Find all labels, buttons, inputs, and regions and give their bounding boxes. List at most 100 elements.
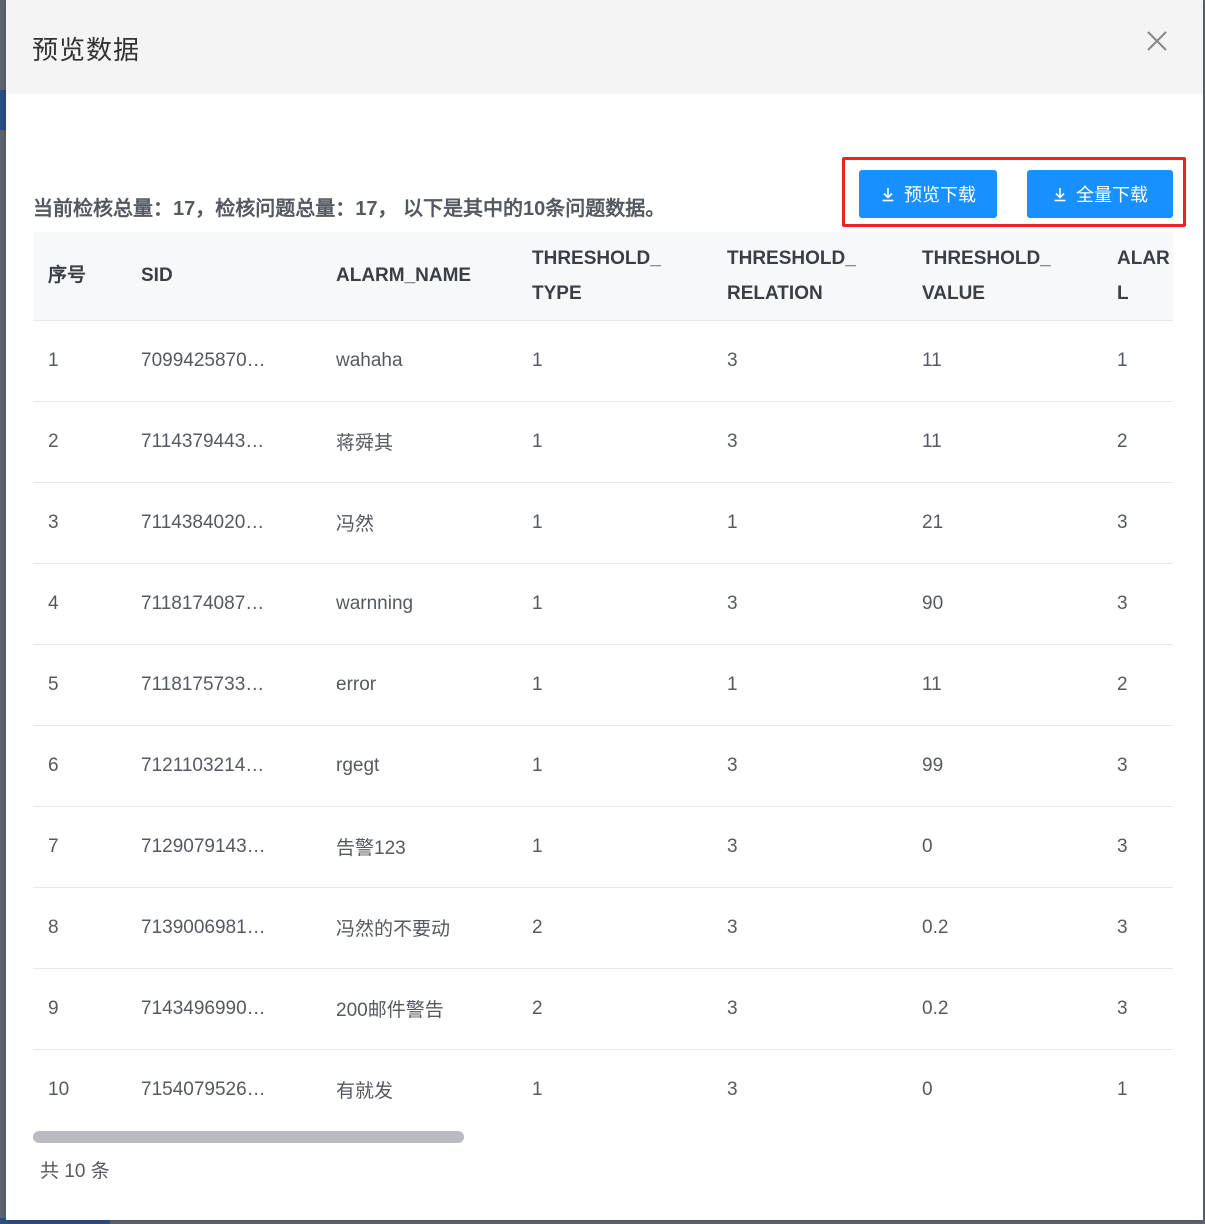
table-cell: 3 [712, 806, 907, 888]
table-row: 3 7114384020… 冯然 1 1 21 3 [33, 482, 1173, 564]
table-cell: 11 [907, 644, 1102, 726]
download-icon [880, 186, 896, 202]
table-cell: 3 [1102, 482, 1173, 564]
table-cell: 1 [517, 320, 712, 402]
table-cell: 1 [712, 482, 907, 564]
preview-data-modal: 预览数据 当前检核总量：17，检核问题总量：17， 以下是其中的10条问题数据。… [6, 0, 1203, 1220]
column-header: 序号 [33, 232, 126, 321]
modal-header: 预览数据 [6, 0, 1203, 94]
table-cell: 7114379443… [126, 401, 321, 483]
download-icon [1052, 186, 1068, 202]
table-cell: 3 [712, 1049, 907, 1130]
table-cell: 3 [33, 482, 126, 564]
table-cell: 7114384020… [126, 482, 321, 564]
table-row: 7 7129079143… 告警123 1 3 0 3 [33, 806, 1173, 888]
table-cell: 3 [1102, 806, 1173, 888]
table-cell: 1 [1102, 320, 1173, 402]
modal-title: 预览数据 [32, 35, 141, 65]
table-cell: 7129079143… [126, 806, 321, 888]
table-header-row: 序号 SID ALARM_NAME THRESHOLD_ TYPE THRESH… [33, 232, 1173, 321]
table-cell: 2 [517, 968, 712, 1050]
column-header: THRESHOLD_ RELATION [712, 232, 907, 321]
table-cell: 3 [1102, 968, 1173, 1050]
table-cell: 3 [712, 401, 907, 483]
full-download-label: 全量下载 [1076, 185, 1148, 205]
table-cell: 7118175733… [126, 644, 321, 726]
table-cell: 3 [1102, 563, 1173, 645]
table-cell: 3 [1102, 725, 1173, 807]
table-cell: 1 [712, 644, 907, 726]
table-row: 5 7118175733… error 1 1 11 2 [33, 644, 1173, 726]
horizontal-scrollbar[interactable] [33, 1131, 1173, 1143]
table-cell: 3 [1102, 887, 1173, 969]
table-cell: 1 [517, 1049, 712, 1130]
table-cell: 1 [517, 725, 712, 807]
table-cell: 90 [907, 563, 1102, 645]
table-cell: 9 [33, 968, 126, 1050]
data-table-container[interactable]: 序号 SID ALARM_NAME THRESHOLD_ TYPE THRESH… [33, 232, 1173, 1130]
table-cell: warnning [321, 563, 517, 645]
table-cell: 1 [517, 401, 712, 483]
table-cell: 3 [712, 968, 907, 1050]
preview-download-button[interactable]: 预览下载 [859, 170, 997, 218]
table-cell: 7 [33, 806, 126, 888]
table-cell: 3 [712, 887, 907, 969]
summary-text: 当前检核总量：17，检核问题总量：17， 以下是其中的10条问题数据。 [33, 198, 666, 220]
table-cell: 冯然 [321, 482, 517, 564]
table-cell: error [321, 644, 517, 726]
table-cell: 7154079526… [126, 1049, 321, 1130]
table-cell: wahaha [321, 320, 517, 402]
table-cell: 告警123 [321, 806, 517, 888]
table-cell: 3 [712, 320, 907, 402]
table-cell: 0 [907, 1049, 1102, 1130]
column-header: ALARM_NAME [321, 232, 517, 321]
table-cell: 4 [33, 563, 126, 645]
table-cell: 1 [1102, 1049, 1173, 1130]
table-cell: 有就发 [321, 1049, 517, 1130]
table-cell: 10 [33, 1049, 126, 1130]
table-cell: 1 [517, 644, 712, 726]
preview-download-label: 预览下载 [904, 185, 976, 205]
column-header: SID [126, 232, 321, 321]
full-download-button[interactable]: 全量下载 [1027, 170, 1173, 218]
table-cell: 0 [907, 806, 1102, 888]
table-cell: 99 [907, 725, 1102, 807]
table-cell: 2 [1102, 644, 1173, 726]
table-row: 10 7154079526… 有就发 1 3 0 1 [33, 1049, 1173, 1130]
table-cell: 6 [33, 725, 126, 807]
table-cell: 21 [907, 482, 1102, 564]
table-cell: 7118174087… [126, 563, 321, 645]
column-header: ALAR L [1102, 232, 1173, 321]
table-row: 2 7114379443… 蒋舜其 1 3 11 2 [33, 401, 1173, 483]
close-icon [1147, 31, 1167, 51]
total-count: 共 10 条 [40, 1161, 110, 1182]
table-cell: 7139006981… [126, 887, 321, 969]
table-row: 6 7121103214… rgegt 1 3 99 3 [33, 725, 1173, 807]
table-cell: 11 [907, 401, 1102, 483]
scrollbar-thumb[interactable] [33, 1131, 464, 1143]
table-cell: 5 [33, 644, 126, 726]
table-cell: 11 [907, 320, 1102, 402]
table-cell: 0.2 [907, 968, 1102, 1050]
table-cell: 2 [33, 401, 126, 483]
table-cell: 3 [712, 563, 907, 645]
column-header: THRESHOLD_ TYPE [517, 232, 712, 321]
table-cell: 1 [517, 806, 712, 888]
table-cell: 1 [517, 482, 712, 564]
table-row: 8 7139006981… 冯然的不要动 2 3 0.2 3 [33, 887, 1173, 969]
table-cell: 冯然的不要动 [321, 887, 517, 969]
table-row: 4 7118174087… warnning 1 3 90 3 [33, 563, 1173, 645]
column-header: THRESHOLD_ VALUE [907, 232, 1102, 321]
table-cell: 3 [712, 725, 907, 807]
close-button[interactable] [1142, 26, 1172, 56]
data-table: 序号 SID ALARM_NAME THRESHOLD_ TYPE THRESH… [33, 232, 1173, 1130]
table-cell: 0.2 [907, 887, 1102, 969]
table-cell: 蒋舜其 [321, 401, 517, 483]
table-row: 1 7099425870… wahaha 1 3 11 1 [33, 320, 1173, 402]
table-cell: 200邮件警告 [321, 968, 517, 1050]
table-cell: 7121103214… [126, 725, 321, 807]
table-row: 9 7143496990… 200邮件警告 2 3 0.2 3 [33, 968, 1173, 1050]
table-cell: 7143496990… [126, 968, 321, 1050]
table-cell: rgegt [321, 725, 517, 807]
table-cell: 8 [33, 887, 126, 969]
